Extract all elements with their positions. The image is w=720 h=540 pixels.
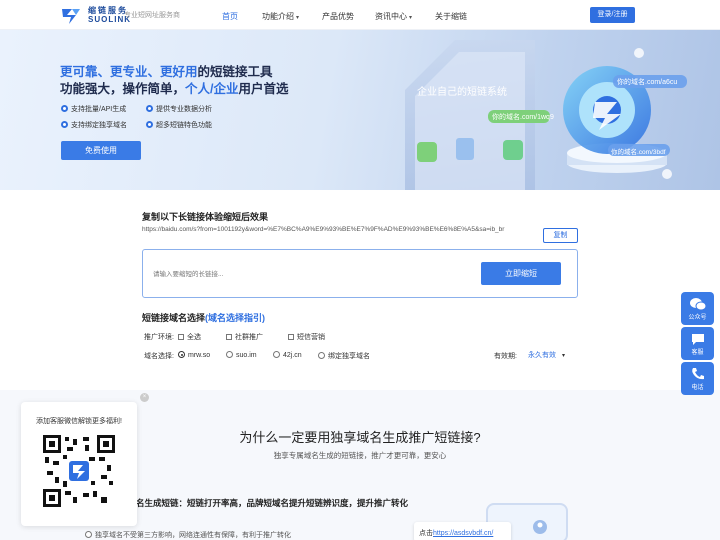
domain-option-label: suo.im <box>236 352 257 359</box>
nav-about[interactable]: 关于缩链 <box>435 11 467 22</box>
radio-selected[interactable] <box>178 351 185 358</box>
side-label: 客服 <box>691 350 704 356</box>
hero-sub-a: 功能强大，操作简单， <box>60 82 186 96</box>
domain-option-bind[interactable]: 绑定独享域名 <box>318 351 370 361</box>
env-option-label: 短信营销 <box>297 334 325 341</box>
validity-label: 有效期: <box>494 353 517 360</box>
hero-banner: 更可靠、更专业、更好用的短链接工具 功能强大，操作简单，个人/企业用户首选 支持… <box>0 30 720 190</box>
chevron-down-icon: ▾ <box>296 15 300 21</box>
card-prefix: 点击 <box>419 530 433 537</box>
feature-label: 提供专业数据分析 <box>156 106 212 113</box>
wechat-icon <box>689 298 706 311</box>
hero-headline-rest: 的短链接工具 <box>197 65 273 79</box>
chevron-down-icon: ▾ <box>562 353 566 359</box>
domain-select-title: 短链接域名选择(域名选择指引) <box>142 311 265 324</box>
nav-advantages[interactable]: 产品优势 <box>322 11 354 22</box>
hero-feature: 超多短链特色功能 <box>146 120 212 130</box>
check-dot-icon <box>146 105 153 112</box>
hero-subheadline: 功能强大，操作简单，个人/企业用户首选 <box>60 78 289 97</box>
check-dot-icon <box>146 121 153 128</box>
qr-code-icon <box>43 435 115 507</box>
env-option-community[interactable]: 社群推广 <box>226 332 263 342</box>
env-label: 推广环境: <box>144 334 174 341</box>
demo-title: 复制以下长链接体验缩短后效果 <box>142 212 269 222</box>
customer-service-icon <box>691 334 704 345</box>
close-icon[interactable]: × <box>140 393 149 402</box>
side-label: 公众号 <box>688 315 707 321</box>
long-url-input[interactable] <box>153 267 453 281</box>
qr-popup-text: 添加客服微信解锁更多福利! <box>36 418 122 425</box>
nav-features-label: 功能介绍 <box>262 12 294 21</box>
hero-sub-b: 用户首选 <box>238 82 289 96</box>
nav-news[interactable]: 资讯中心 ▾ <box>375 11 412 22</box>
side-wechat-button[interactable]: 公众号 <box>681 292 714 325</box>
env-option-label: 全选 <box>187 334 201 341</box>
chevron-down-icon: ▾ <box>409 15 413 21</box>
nav-about-label: 关于缩链 <box>435 12 467 21</box>
check-dot-icon <box>61 105 68 112</box>
hero-art-tag: 你的域名.com/1wq9 <box>492 114 554 121</box>
checkbox[interactable] <box>288 334 294 340</box>
brand-slogan: 专业短网址服务商 <box>124 12 180 19</box>
env-option-label: 社群推广 <box>235 334 263 341</box>
side-phone-button[interactable]: 电话 <box>681 362 714 395</box>
domain-option-42j[interactable]: 42j.cn <box>273 351 302 359</box>
checkbox[interactable] <box>178 334 184 340</box>
feature-label: 超多短链特色功能 <box>156 122 212 129</box>
nav-features[interactable]: 功能介绍 ▾ <box>262 11 299 22</box>
why-bullet: 独享域名不受第三方影响，网络连通性有保障，有利于推广转化 <box>85 530 291 540</box>
env-option-sms[interactable]: 短信营销 <box>288 332 325 342</box>
top-header: 缩链服务 SUOLINK 专业短网址服务商 首页 功能介绍 ▾ 产品优势 资讯中心… <box>0 0 720 30</box>
validity-select[interactable]: 永久有效 ▾ <box>528 350 578 361</box>
domain-option-suo[interactable]: suo.im <box>226 351 257 359</box>
card-short-link[interactable]: https://asdsvbdf.cn/ <box>433 530 493 537</box>
env-option-all[interactable]: 全选 <box>178 332 201 342</box>
hero-art-title: 企业自己的短链系统 <box>417 87 507 98</box>
domain-option-label: 42j.cn <box>283 352 302 359</box>
feature-label: 支持绑定独享域名 <box>71 122 127 129</box>
check-dot-icon <box>61 121 68 128</box>
domain-label: 域名选择: <box>144 353 174 360</box>
radio[interactable] <box>226 351 233 358</box>
side-service-button[interactable]: 客服 <box>681 327 714 360</box>
free-use-button[interactable]: 免费使用 <box>61 141 141 160</box>
domain-option-mrw[interactable]: mrw.so <box>178 351 210 359</box>
wechat-qr-popup: 添加客服微信解锁更多福利! <box>21 402 137 526</box>
radio[interactable] <box>318 352 325 359</box>
demo-long-url: https://baidu.com/s?from=1001192y&word=%… <box>142 226 505 233</box>
nav-home-label: 首页 <box>222 12 238 21</box>
phone-icon <box>691 368 704 380</box>
domain-title-text: 短链接域名选择 <box>142 313 206 323</box>
short-link-card: 点击https://asdsvbdf.cn/ <box>414 522 511 540</box>
domain-option-label: 绑定独享域名 <box>328 353 370 360</box>
checkbox[interactable] <box>226 334 232 340</box>
hero-illustration: 企业自己的短链系统 你的域名.com/a6cu 你的域名.com/1wq9 你的… <box>395 30 720 190</box>
hero-feature: 支持批量/API生成 <box>61 104 126 114</box>
url-input-box: 立即缩短 <box>142 249 578 298</box>
hero-feature: 提供专业数据分析 <box>146 104 212 114</box>
hero-art-svg <box>405 40 687 190</box>
nav-advantages-label: 产品优势 <box>322 12 354 21</box>
why-bullet-text: 独享域名不受第三方影响，网络连通性有保障，有利于推广转化 <box>95 532 291 539</box>
hero-feature: 支持绑定独享域名 <box>61 120 127 130</box>
domain-option-label: mrw.so <box>188 352 211 359</box>
shorten-now-button[interactable]: 立即缩短 <box>481 262 561 285</box>
nav-news-label: 资讯中心 <box>375 12 407 21</box>
login-register-button[interactable]: 登录/注册 <box>590 7 635 23</box>
side-label: 电话 <box>691 385 704 391</box>
hero-headline-highlight: 更可靠、更专业、更好用 <box>60 65 198 79</box>
hero-art-tag: 你的域名.com/3bdf <box>611 149 666 156</box>
validity-value: 永久有效 <box>528 352 556 359</box>
copy-button[interactable]: 复制 <box>543 228 578 243</box>
why-subhead: 名生成短链：短链打开率高，品牌短域名提升短链辨识度，提升推广转化 <box>136 498 409 508</box>
feature-label: 支持批量/API生成 <box>71 106 127 113</box>
domain-guide-link[interactable]: (域名选择指引) <box>205 313 265 323</box>
hero-art-tag: 你的域名.com/a6cu <box>617 79 678 86</box>
radio[interactable] <box>273 351 280 358</box>
bullet-circle-icon <box>85 531 92 538</box>
hero-sub-highlight: 个人/企业 <box>185 82 239 96</box>
suolink-logo-icon[interactable] <box>58 6 84 26</box>
nav-home[interactable]: 首页 <box>222 11 238 22</box>
